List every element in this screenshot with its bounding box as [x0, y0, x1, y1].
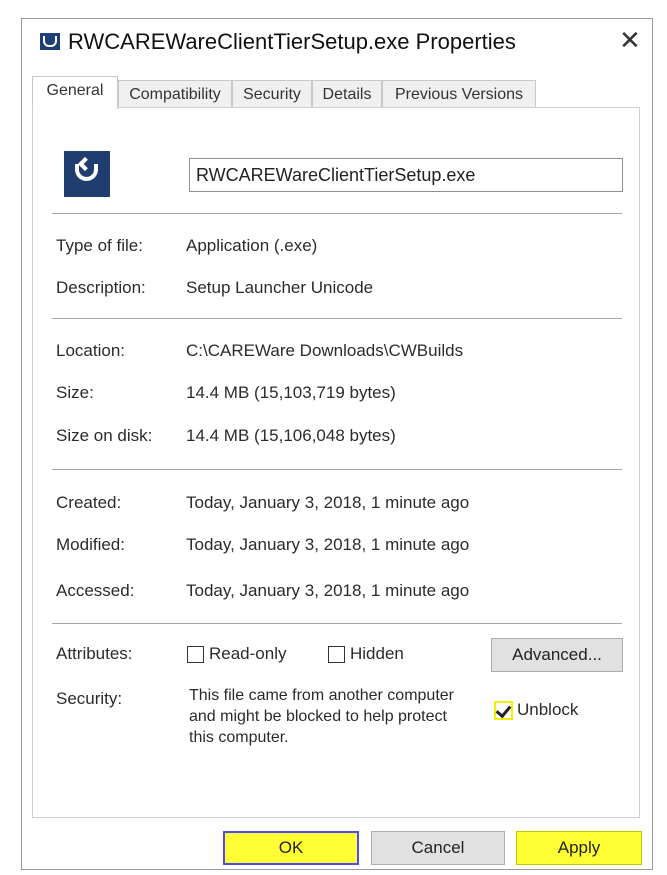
- ok-button[interactable]: OK: [223, 831, 359, 865]
- file-icon: [64, 151, 110, 197]
- properties-window: RWCAREWareClientTierSetup.exe Properties…: [21, 18, 653, 870]
- size-on-disk-value: 14.4 MB (15,106,048 bytes): [186, 426, 396, 445]
- cancel-button[interactable]: Cancel: [371, 831, 505, 865]
- window-title: RWCAREWareClientTierSetup.exe Properties: [68, 29, 516, 54]
- tab-compatibility[interactable]: Compatibility: [118, 80, 232, 108]
- size-label: Size:: [56, 383, 94, 402]
- accessed-label: Accessed:: [56, 581, 135, 600]
- attributes-label: Attributes:: [56, 644, 133, 663]
- accessed-value: Today, January 3, 2018, 1 minute ago: [186, 581, 470, 600]
- advanced-button[interactable]: Advanced...: [491, 638, 623, 672]
- tab-previous-versions[interactable]: Previous Versions: [382, 80, 536, 108]
- modified-label: Modified:: [56, 535, 125, 554]
- size-on-disk-label: Size on disk:: [56, 426, 153, 445]
- tab-details[interactable]: Details: [312, 80, 382, 108]
- apply-button[interactable]: Apply: [516, 831, 642, 865]
- description-value: Setup Launcher Unicode: [186, 278, 374, 297]
- location-label: Location:: [56, 341, 125, 360]
- size-value: 14.4 MB (15,103,719 bytes): [186, 383, 396, 402]
- type-value: Application (.exe): [186, 236, 318, 255]
- security-label: Security:: [56, 689, 123, 708]
- divider: [52, 318, 622, 319]
- security-message-line3: this computer.: [189, 729, 289, 746]
- hidden-label: Hidden: [350, 644, 404, 663]
- close-icon[interactable]: ✕: [619, 27, 641, 53]
- divider: [52, 213, 622, 214]
- security-message-line1: This file came from another computer: [189, 687, 454, 704]
- readonly-checkbox[interactable]: [187, 646, 204, 663]
- description-label: Description:: [56, 278, 146, 297]
- divider: [52, 623, 622, 624]
- readonly-label: Read-only: [209, 644, 287, 663]
- unblock-label: Unblock: [517, 700, 579, 719]
- unblock-checkbox[interactable]: [494, 701, 513, 720]
- divider: [52, 469, 622, 470]
- app-icon: [40, 33, 60, 50]
- created-value: Today, January 3, 2018, 1 minute ago: [186, 493, 470, 512]
- type-label: Type of file:: [56, 236, 143, 255]
- security-message-line2: and might be blocked to help protect: [189, 708, 447, 725]
- location-value: C:\CAREWare Downloads\CWBuilds: [186, 341, 464, 360]
- hidden-checkbox[interactable]: [328, 646, 345, 663]
- created-label: Created:: [56, 493, 122, 512]
- modified-value: Today, January 3, 2018, 1 minute ago: [186, 535, 470, 554]
- tab-security[interactable]: Security: [232, 80, 312, 108]
- tab-general[interactable]: General: [32, 76, 118, 109]
- file-name-input[interactable]: RWCAREWareClientTierSetup.exe: [189, 158, 623, 192]
